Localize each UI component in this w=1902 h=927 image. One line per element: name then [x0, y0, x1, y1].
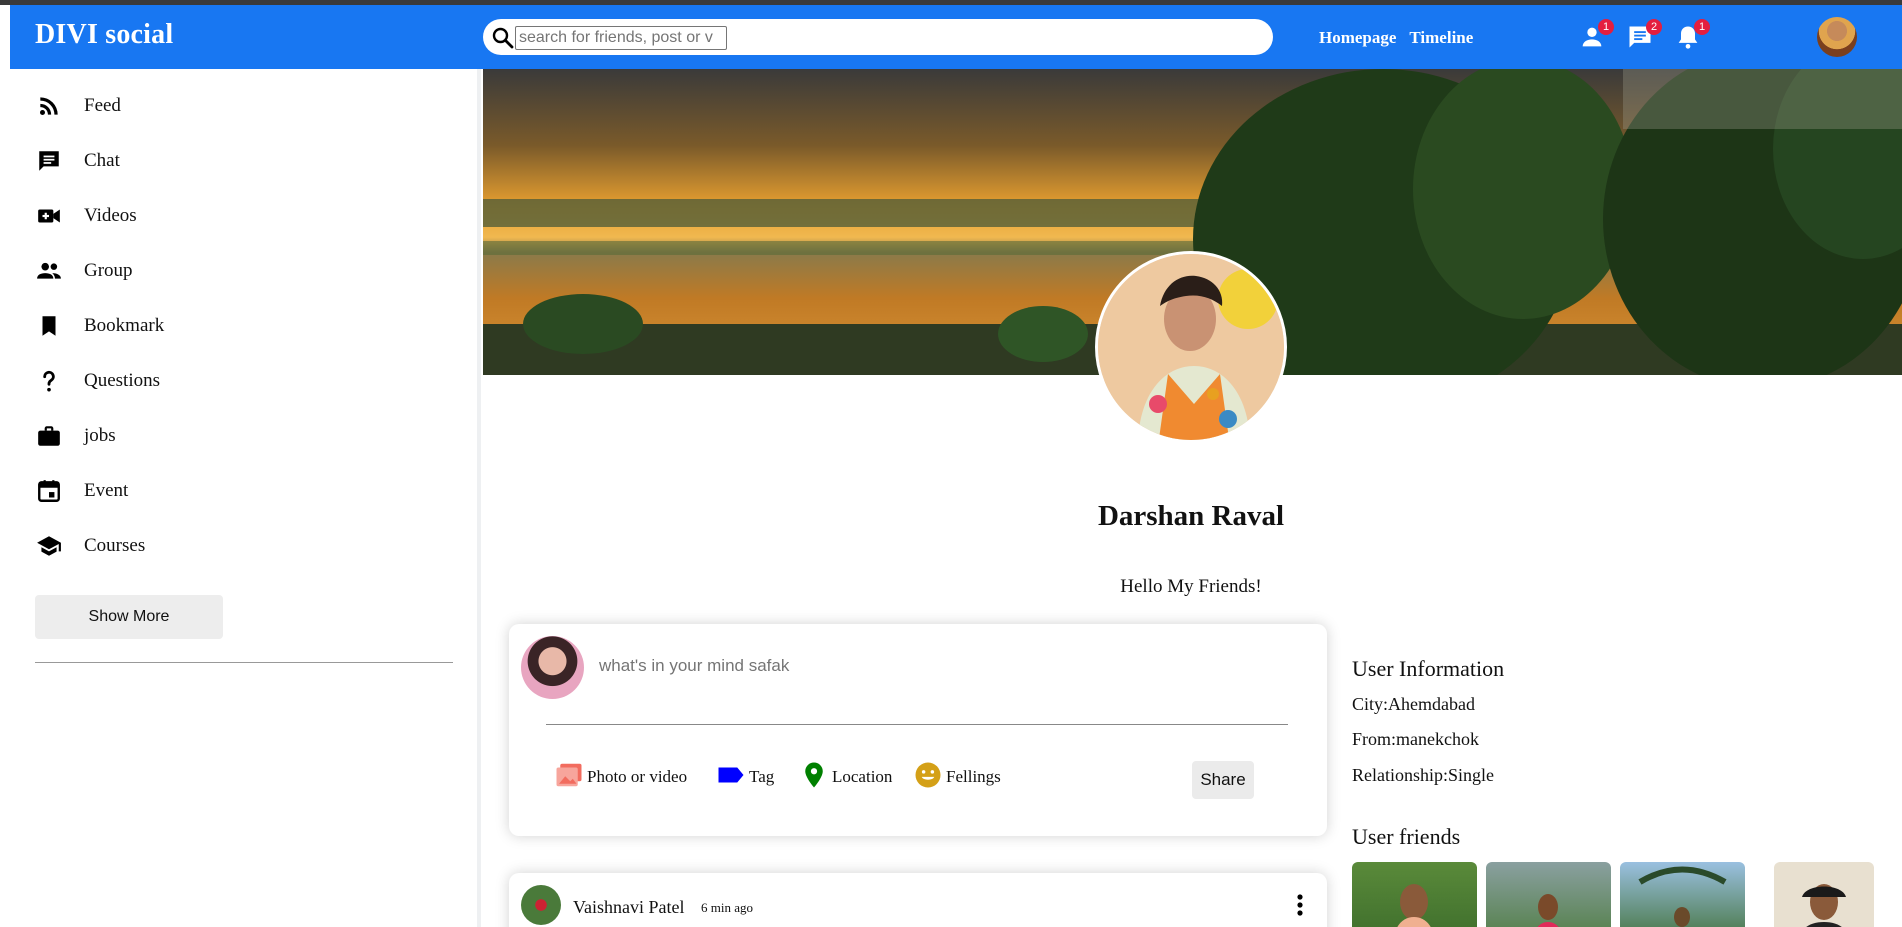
share-post-input[interactable]: [599, 656, 1159, 676]
sidebar-item-label: Bookmark: [84, 315, 165, 336]
share-divider: [546, 724, 1288, 725]
friend-photo[interactable]: [1486, 862, 1611, 927]
profile-name: Darshan Raval: [1097, 500, 1285, 532]
user-friends-title: User friends: [1352, 824, 1461, 849]
show-more-button[interactable]: Show More: [35, 595, 223, 639]
graduation-cap-icon: [35, 532, 63, 560]
photo-icon: [554, 760, 587, 795]
share-option-location[interactable]: Location: [799, 762, 892, 792]
rss-feed-icon: [35, 92, 63, 120]
user-info-title: User Information: [1352, 656, 1505, 681]
share-option-tag[interactable]: Tag: [716, 762, 774, 792]
profile-picture[interactable]: [1095, 251, 1287, 443]
share-option-label: Fellings: [946, 767, 1001, 786]
left-sidebar: Feed Chat Videos Group Bookmark Question…: [10, 69, 481, 927]
share-option-photo-video[interactable]: Photo or video: [554, 762, 687, 792]
share-option-label: Location: [832, 767, 893, 786]
user-info-relationship: Relationship:Single: [1352, 765, 1494, 785]
share-option-label: Tag: [749, 767, 775, 786]
chat-icon: [1626, 26, 1654, 55]
share-option-label: Photo or video: [587, 767, 688, 786]
sidebar-item-event[interactable]: Event: [35, 476, 128, 506]
smiley-icon: [913, 760, 946, 795]
notifications-badge: 1: [1694, 19, 1710, 35]
sidebar-item-group[interactable]: Group: [35, 256, 133, 286]
messages-button[interactable]: 2: [1626, 19, 1662, 55]
briefcase-icon: [35, 422, 63, 450]
video-camera-icon: [35, 202, 63, 230]
post-author-avatar[interactable]: [521, 885, 561, 925]
sidebar-item-label: Questions: [84, 370, 160, 391]
sidebar-item-videos[interactable]: Videos: [35, 201, 137, 231]
post-author-name[interactable]: Vaishnavi Patel: [573, 897, 684, 918]
location-pin-icon: [799, 760, 832, 795]
search-input[interactable]: [515, 26, 727, 50]
bell-icon: [1674, 26, 1702, 55]
sidebar-item-label: Group: [84, 260, 133, 281]
messages-badge: 2: [1646, 19, 1662, 35]
share-option-feelings[interactable]: Fellings: [913, 762, 1001, 792]
user-info-from: From:manekchok: [1352, 729, 1479, 749]
nav-link-timeline[interactable]: Timeline: [1409, 28, 1473, 47]
nav-links: Homepage Timeline: [1319, 28, 1482, 48]
post-card: Vaishnavi Patel 6 min ago: [509, 873, 1327, 927]
friend-photo[interactable]: [1352, 862, 1477, 927]
sidebar-item-label: Chat: [84, 150, 120, 171]
bookmark-icon: [35, 312, 63, 340]
user-info-city: City:Ahemdabad: [1352, 694, 1475, 714]
friend-photo[interactable]: [1620, 862, 1745, 927]
friends-badge: 1: [1598, 19, 1614, 35]
search-bar: [483, 19, 1273, 55]
friend-photo[interactable]: [1774, 862, 1874, 927]
chat-icon: [35, 147, 63, 175]
tag-icon: [716, 760, 749, 795]
top-navbar: DIVI social Homepage Timeline 1 2: [10, 5, 1902, 69]
user-avatar[interactable]: [1817, 17, 1857, 57]
search-icon: [491, 26, 515, 50]
share-button[interactable]: Share: [1192, 761, 1254, 799]
question-mark-icon: [35, 367, 63, 395]
sidebar-item-chat[interactable]: Chat: [35, 146, 120, 176]
friend-requests-button[interactable]: 1: [1578, 19, 1614, 55]
page: DIVI social Homepage Timeline 1 2: [10, 5, 1902, 927]
sidebar-item-jobs[interactable]: jobs: [35, 421, 116, 451]
sidebar-item-label: jobs: [84, 425, 116, 446]
sidebar-item-label: Videos: [84, 205, 137, 226]
group-icon: [35, 257, 63, 285]
profile-bio: Hello My Friends!: [1120, 576, 1262, 597]
sidebar-item-label: Event: [84, 480, 129, 501]
share-avatar[interactable]: [521, 636, 584, 699]
sidebar-item-bookmark[interactable]: Bookmark: [35, 311, 164, 341]
sidebar-item-questions[interactable]: Questions: [35, 366, 160, 396]
nav-link-homepage[interactable]: Homepage: [1319, 28, 1396, 47]
sidebar-divider: [35, 662, 453, 663]
sidebar-item-courses[interactable]: Courses: [35, 531, 145, 561]
person-icon: [1578, 27, 1606, 55]
calendar-event-icon: [35, 477, 63, 505]
sidebar-item-label: Feed: [84, 95, 121, 116]
share-post-card: Photo or video Tag Location Fellings Sha…: [509, 624, 1327, 836]
sidebar-item-feed[interactable]: Feed: [35, 91, 121, 121]
sidebar-item-label: Courses: [84, 535, 146, 556]
post-time: 6 min ago: [701, 900, 753, 915]
more-options-icon[interactable]: [1295, 893, 1305, 921]
notifications-button[interactable]: 1: [1674, 19, 1710, 55]
app-logo[interactable]: DIVI social: [35, 19, 173, 51]
